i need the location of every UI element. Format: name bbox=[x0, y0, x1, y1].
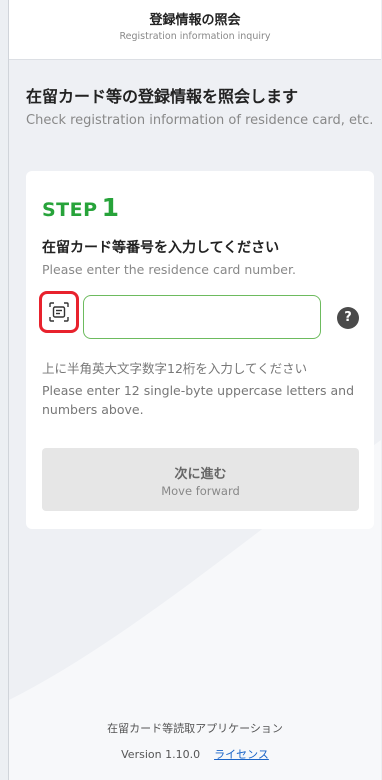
footer-version: Version 1.10.0 bbox=[121, 748, 201, 761]
header-title: 登録情報の照会 bbox=[149, 13, 241, 28]
license-link[interactable]: ライセンス bbox=[214, 748, 269, 761]
question-mark-icon[interactable]: ? bbox=[337, 307, 359, 329]
step-instruction: 在留カード等番号を入力してください bbox=[42, 240, 280, 256]
step-number: 1 bbox=[101, 193, 119, 222]
footer-version-row: Version 1.10.0 ライセンス bbox=[9, 746, 381, 762]
header-subtitle: Registration information inquiry bbox=[119, 31, 271, 42]
move-forward-label-en: Move forward bbox=[161, 484, 240, 498]
input-hint-en: Please enter 12 single-byte uppercase le… bbox=[42, 383, 354, 417]
step-card: STEP 1 在留カード等番号を入力してください Please enter the… bbox=[26, 171, 374, 529]
step-instruction-en: Please enter the residence card number. bbox=[42, 262, 296, 277]
page-title: 在留カード等の登録情報を照会します bbox=[26, 87, 299, 106]
page-subtitle: Check registration information of reside… bbox=[26, 113, 374, 128]
app-header: 登録情報の照会 Registration information inquiry bbox=[9, 0, 381, 60]
input-hint: 上に半角英大文字数字12桁を入力してください bbox=[42, 361, 308, 376]
residence-card-number-input[interactable] bbox=[83, 295, 321, 339]
step-word: STEP bbox=[42, 199, 98, 221]
card-scan-icon bbox=[49, 302, 69, 322]
app-frame: 登録情報の照会 Registration information inquiry… bbox=[8, 0, 381, 780]
scan-card-button[interactable] bbox=[39, 291, 79, 333]
move-forward-button[interactable]: 次に進む Move forward bbox=[42, 448, 359, 511]
footer-app-name: 在留カード等読取アプリケーション bbox=[107, 722, 283, 735]
move-forward-label: 次に進む bbox=[174, 467, 227, 482]
step-heading: STEP 1 bbox=[42, 193, 119, 222]
